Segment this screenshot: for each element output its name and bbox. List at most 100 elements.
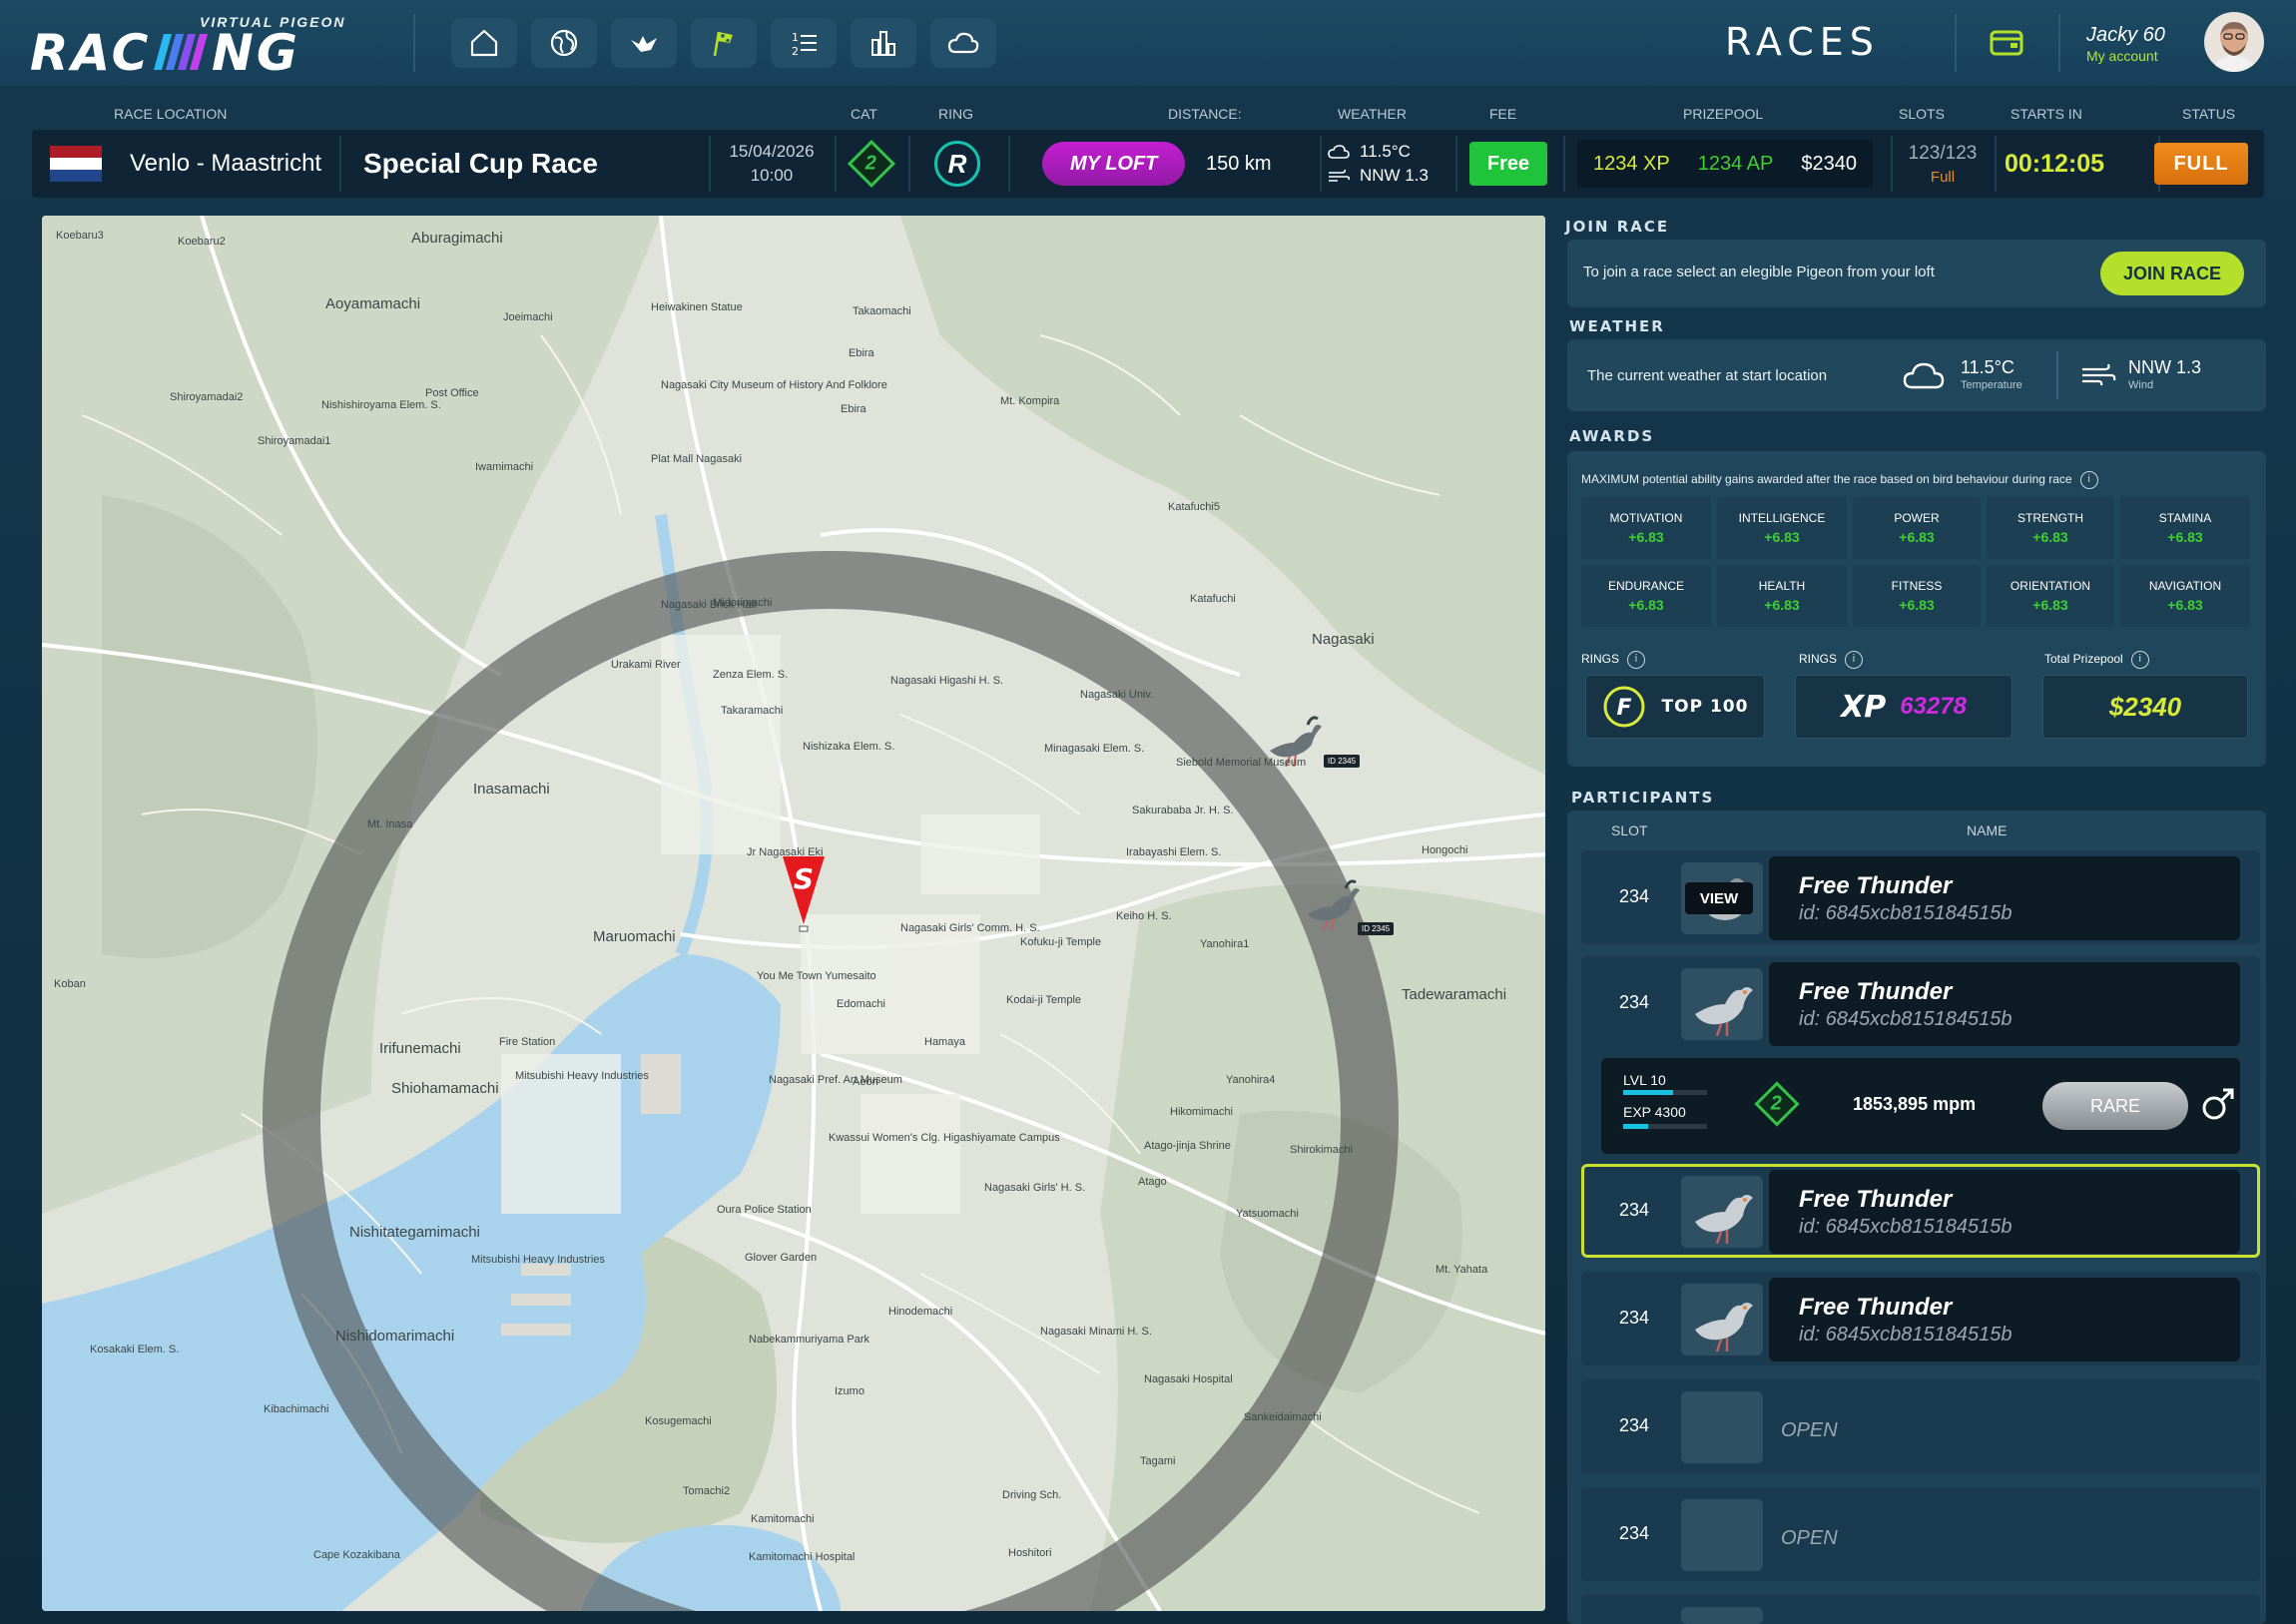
award-name: FITNESS: [1891, 579, 1943, 593]
award-cell: INTELLIGENCE +6.83: [1717, 497, 1847, 559]
award-cell: STRENGTH +6.83: [1987, 497, 2114, 559]
separator: [835, 136, 837, 192]
participant-name-box: Free Thunder id: 6845xcb815184515b: [1769, 1278, 2240, 1361]
map-label: Izumo: [835, 1385, 864, 1397]
map-label: Post Office: [425, 387, 479, 399]
table-row-expanded[interactable]: 234 Free Thunder id: 6845xcb815184515b L…: [1581, 956, 2260, 1166]
award-name: INTELLIGENCE: [1738, 511, 1826, 525]
table-row[interactable]: 234 VIEW Free Thunder id: 6845xcb8151845…: [1581, 850, 2260, 944]
map-label: Edomachi: [837, 998, 885, 1010]
pigeon-thumbnail: [1681, 1176, 1763, 1248]
view-button[interactable]: VIEW: [1685, 882, 1753, 914]
home-icon[interactable]: [451, 18, 517, 68]
table-row-open[interactable]: 234 OPEN: [1581, 1487, 2260, 1581]
map-label: Nagasaki Higashi H. S.: [890, 675, 1004, 687]
table-row[interactable]: 234 Free Thunder id: 6845xcb815184515b: [1581, 1272, 2260, 1365]
map-label: Ebira: [841, 403, 866, 415]
ranking-list-icon[interactable]: 12: [771, 18, 837, 68]
map-label: Heiwakinen Statue: [651, 301, 743, 313]
stats-chart-icon[interactable]: [851, 18, 916, 68]
pigeon-icon[interactable]: [611, 18, 677, 68]
award-value: +6.83: [2032, 529, 2068, 545]
table-row-partial[interactable]: [1581, 1595, 2260, 1624]
participant-detail: LVL 10 EXP 4300 2 1853,895 mpm RARE: [1601, 1058, 2240, 1154]
label-race-location: RACE LOCATION: [114, 106, 228, 122]
weather-wind: NNW 1.3: [2128, 357, 2202, 377]
map-label: Cape Kozakibana: [313, 1549, 400, 1561]
map-label: Minagasaki Elem. S.: [1044, 743, 1145, 755]
virtual-pigeon-racing-logo[interactable]: VIRTUAL PIGEON RAC NG: [30, 12, 369, 76]
my-account-link[interactable]: My account: [2086, 48, 2158, 64]
map-label: Nishishiroyama Elem. S.: [321, 399, 441, 411]
participant-slot: 234: [1619, 1200, 1650, 1220]
map-label: Inasamachi: [473, 781, 550, 798]
start-marker-icon[interactable]: S: [781, 854, 827, 932]
svg-text:1: 1: [792, 31, 799, 44]
pigeon-category-value: 2: [1771, 1092, 1783, 1115]
map-label: Kodai-ji Temple: [1006, 994, 1082, 1006]
pigeon-speed: 1853,895 mpm: [1853, 1094, 1977, 1114]
slots-status: Full: [1930, 168, 1956, 186]
logo-wordmark-icon: RAC NG: [30, 24, 297, 76]
separator: [2056, 351, 2058, 399]
avatar[interactable]: [2204, 12, 2264, 72]
xp-badge: XP 63278: [1795, 675, 2012, 739]
participant-name: Free Thunder: [1799, 1186, 1953, 1213]
participant-slot: 234: [1619, 992, 1650, 1012]
table-row-open[interactable]: 234 OPEN: [1581, 1379, 2260, 1473]
info-icon[interactable]: i: [2130, 651, 2149, 669]
label-fee: FEE: [1489, 106, 1517, 122]
wind-icon: [1329, 169, 1350, 182]
map-label: Kamitomachi Hospital: [749, 1551, 856, 1563]
map-label: Jr Nagasaki Eki: [747, 846, 824, 858]
award-cell: ORIENTATION +6.83: [1987, 565, 2114, 627]
pigeon-exp: EXP 4300: [1623, 1104, 1686, 1120]
participant-name: Free Thunder: [1799, 978, 1953, 1005]
award-name: ENDURANCE: [1607, 579, 1684, 593]
pigeon-icon: [1695, 1303, 1753, 1353]
map-label: Aoyamamachi: [325, 295, 421, 312]
rings-label-text: RINGS: [1799, 652, 1838, 667]
pigeon-icon: [1695, 1195, 1753, 1245]
globe-icon[interactable]: [531, 18, 597, 68]
info-icon[interactable]: i: [2079, 471, 2098, 489]
award-name: HEALTH: [1758, 579, 1806, 593]
map-label: Nishizaka Elem. S.: [803, 741, 895, 753]
awards-description: MAXIMUM potential ability gains awarded …: [1581, 472, 2072, 487]
map-label: Koban: [54, 978, 86, 990]
weather-panel: The current weather at start location 11…: [1567, 339, 2266, 411]
pigeon-level: LVL 10: [1623, 1072, 1666, 1088]
race-map[interactable]: S ID 2345 ID 2345 Koebaru3 Koebaru2 Abur…: [42, 216, 1545, 1611]
race-temperature: 11.5°C: [1360, 142, 1411, 161]
table-row-selected[interactable]: 234 Free Thunder id: 6845xcb815184515b: [1581, 1164, 2260, 1258]
award-name: STAMINA: [2158, 511, 2212, 525]
race-flags-icon[interactable]: [691, 18, 757, 68]
participant-slot: 234: [1619, 886, 1650, 906]
map-label: Yatsuomachi: [1236, 1208, 1299, 1220]
join-race-button[interactable]: JOIN RACE: [2100, 252, 2244, 295]
participant-id: id: 6845xcb815184515b: [1799, 1324, 2012, 1346]
award-value: +6.83: [1764, 529, 1800, 545]
info-icon[interactable]: i: [1627, 651, 1646, 669]
award-cell: FITNESS +6.83: [1853, 565, 1981, 627]
map-label: Sankeidaimachi: [1244, 1411, 1322, 1423]
wallet-icon[interactable]: [1989, 26, 2024, 60]
race-datetime: 15/04/2026 10:00: [717, 130, 827, 198]
participant-name-box: Free Thunder id: 6845xcb815184515b: [1769, 1170, 2240, 1254]
map-label: Shiohamamachi: [391, 1080, 499, 1097]
separator: [908, 136, 910, 192]
my-loft-button[interactable]: MY LOFT: [1042, 142, 1186, 186]
map-label: Sakurababa Jr. H. S.: [1132, 805, 1234, 816]
separator: [1008, 136, 1010, 192]
country-flag-icon: [50, 130, 102, 198]
category-badge: 2: [847, 130, 896, 198]
map-label: Koebaru2: [178, 236, 226, 248]
info-icon[interactable]: i: [1845, 651, 1864, 669]
map-label: Zenza Elem. S.: [713, 669, 789, 681]
pigeon-marker-icon[interactable]: [1302, 874, 1362, 932]
award-value: +6.83: [2032, 597, 2068, 613]
svg-text:F: F: [1616, 696, 1631, 721]
map-label: Nishitategamimachi: [349, 1224, 480, 1241]
map-label: Takaramachi: [721, 705, 784, 717]
weather-cloud-icon[interactable]: [930, 18, 996, 68]
